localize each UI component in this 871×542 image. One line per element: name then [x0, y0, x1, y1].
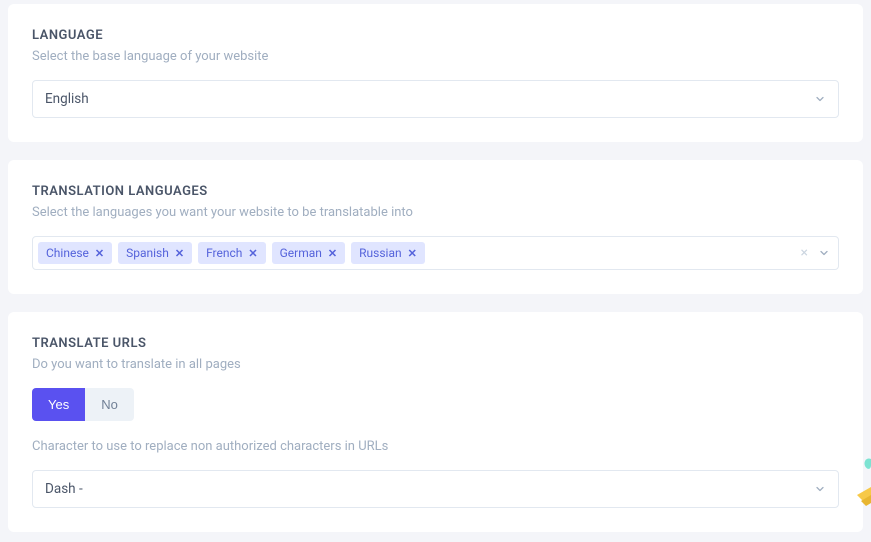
- translation-card: TRANSLATION LANGUAGES Select the languag…: [8, 160, 863, 294]
- tag-french: French ✕: [198, 242, 266, 264]
- replace-char-value: Dash -: [45, 481, 83, 497]
- language-title: LANGUAGE: [32, 28, 839, 43]
- chevron-down-icon: [814, 93, 826, 105]
- language-select[interactable]: English: [32, 80, 839, 118]
- remove-tag-icon[interactable]: ✕: [408, 247, 417, 260]
- translation-title: TRANSLATION LANGUAGES: [32, 184, 839, 199]
- translate-urls-toggle: Yes No: [32, 388, 134, 421]
- replace-char-select[interactable]: Dash -: [32, 470, 839, 508]
- tag-spanish: Spanish ✕: [118, 242, 192, 264]
- replace-char-desc: Character to use to replace non authoriz…: [32, 439, 839, 454]
- chevron-down-icon[interactable]: [818, 247, 830, 259]
- tag-label: French: [206, 246, 242, 260]
- translation-multiselect[interactable]: Chinese ✕ Spanish ✕ French ✕ German ✕ Ru…: [32, 236, 839, 270]
- language-select-value: English: [45, 91, 89, 107]
- toggle-no-button[interactable]: No: [85, 388, 134, 421]
- remove-tag-icon[interactable]: ✕: [95, 247, 104, 260]
- tag-label: Chinese: [46, 246, 89, 260]
- tag-russian: Russian ✕: [351, 242, 425, 264]
- remove-tag-icon[interactable]: ✕: [328, 247, 337, 260]
- tag-label: German: [280, 246, 322, 260]
- remove-tag-icon[interactable]: ✕: [175, 247, 184, 260]
- urls-title: TRANSLATE URLS: [32, 336, 839, 351]
- urls-card: TRANSLATE URLS Do you want to translate …: [8, 312, 863, 532]
- tag-german: German ✕: [272, 242, 346, 264]
- chevron-down-icon: [814, 483, 826, 495]
- remove-tag-icon[interactable]: ✕: [248, 247, 257, 260]
- language-card: LANGUAGE Select the base language of you…: [8, 4, 863, 142]
- urls-desc: Do you want to translate in all pages: [32, 357, 839, 372]
- multiselect-actions: ×: [801, 246, 830, 260]
- tag-label: Spanish: [126, 246, 169, 260]
- clear-all-icon[interactable]: ×: [801, 246, 808, 260]
- tag-chinese: Chinese ✕: [38, 242, 112, 264]
- translation-tags: Chinese ✕ Spanish ✕ French ✕ German ✕ Ru…: [38, 242, 795, 264]
- toggle-yes-button[interactable]: Yes: [32, 388, 85, 421]
- translation-desc: Select the languages you want your websi…: [32, 205, 839, 220]
- language-desc: Select the base language of your website: [32, 49, 839, 64]
- tag-label: Russian: [359, 246, 401, 260]
